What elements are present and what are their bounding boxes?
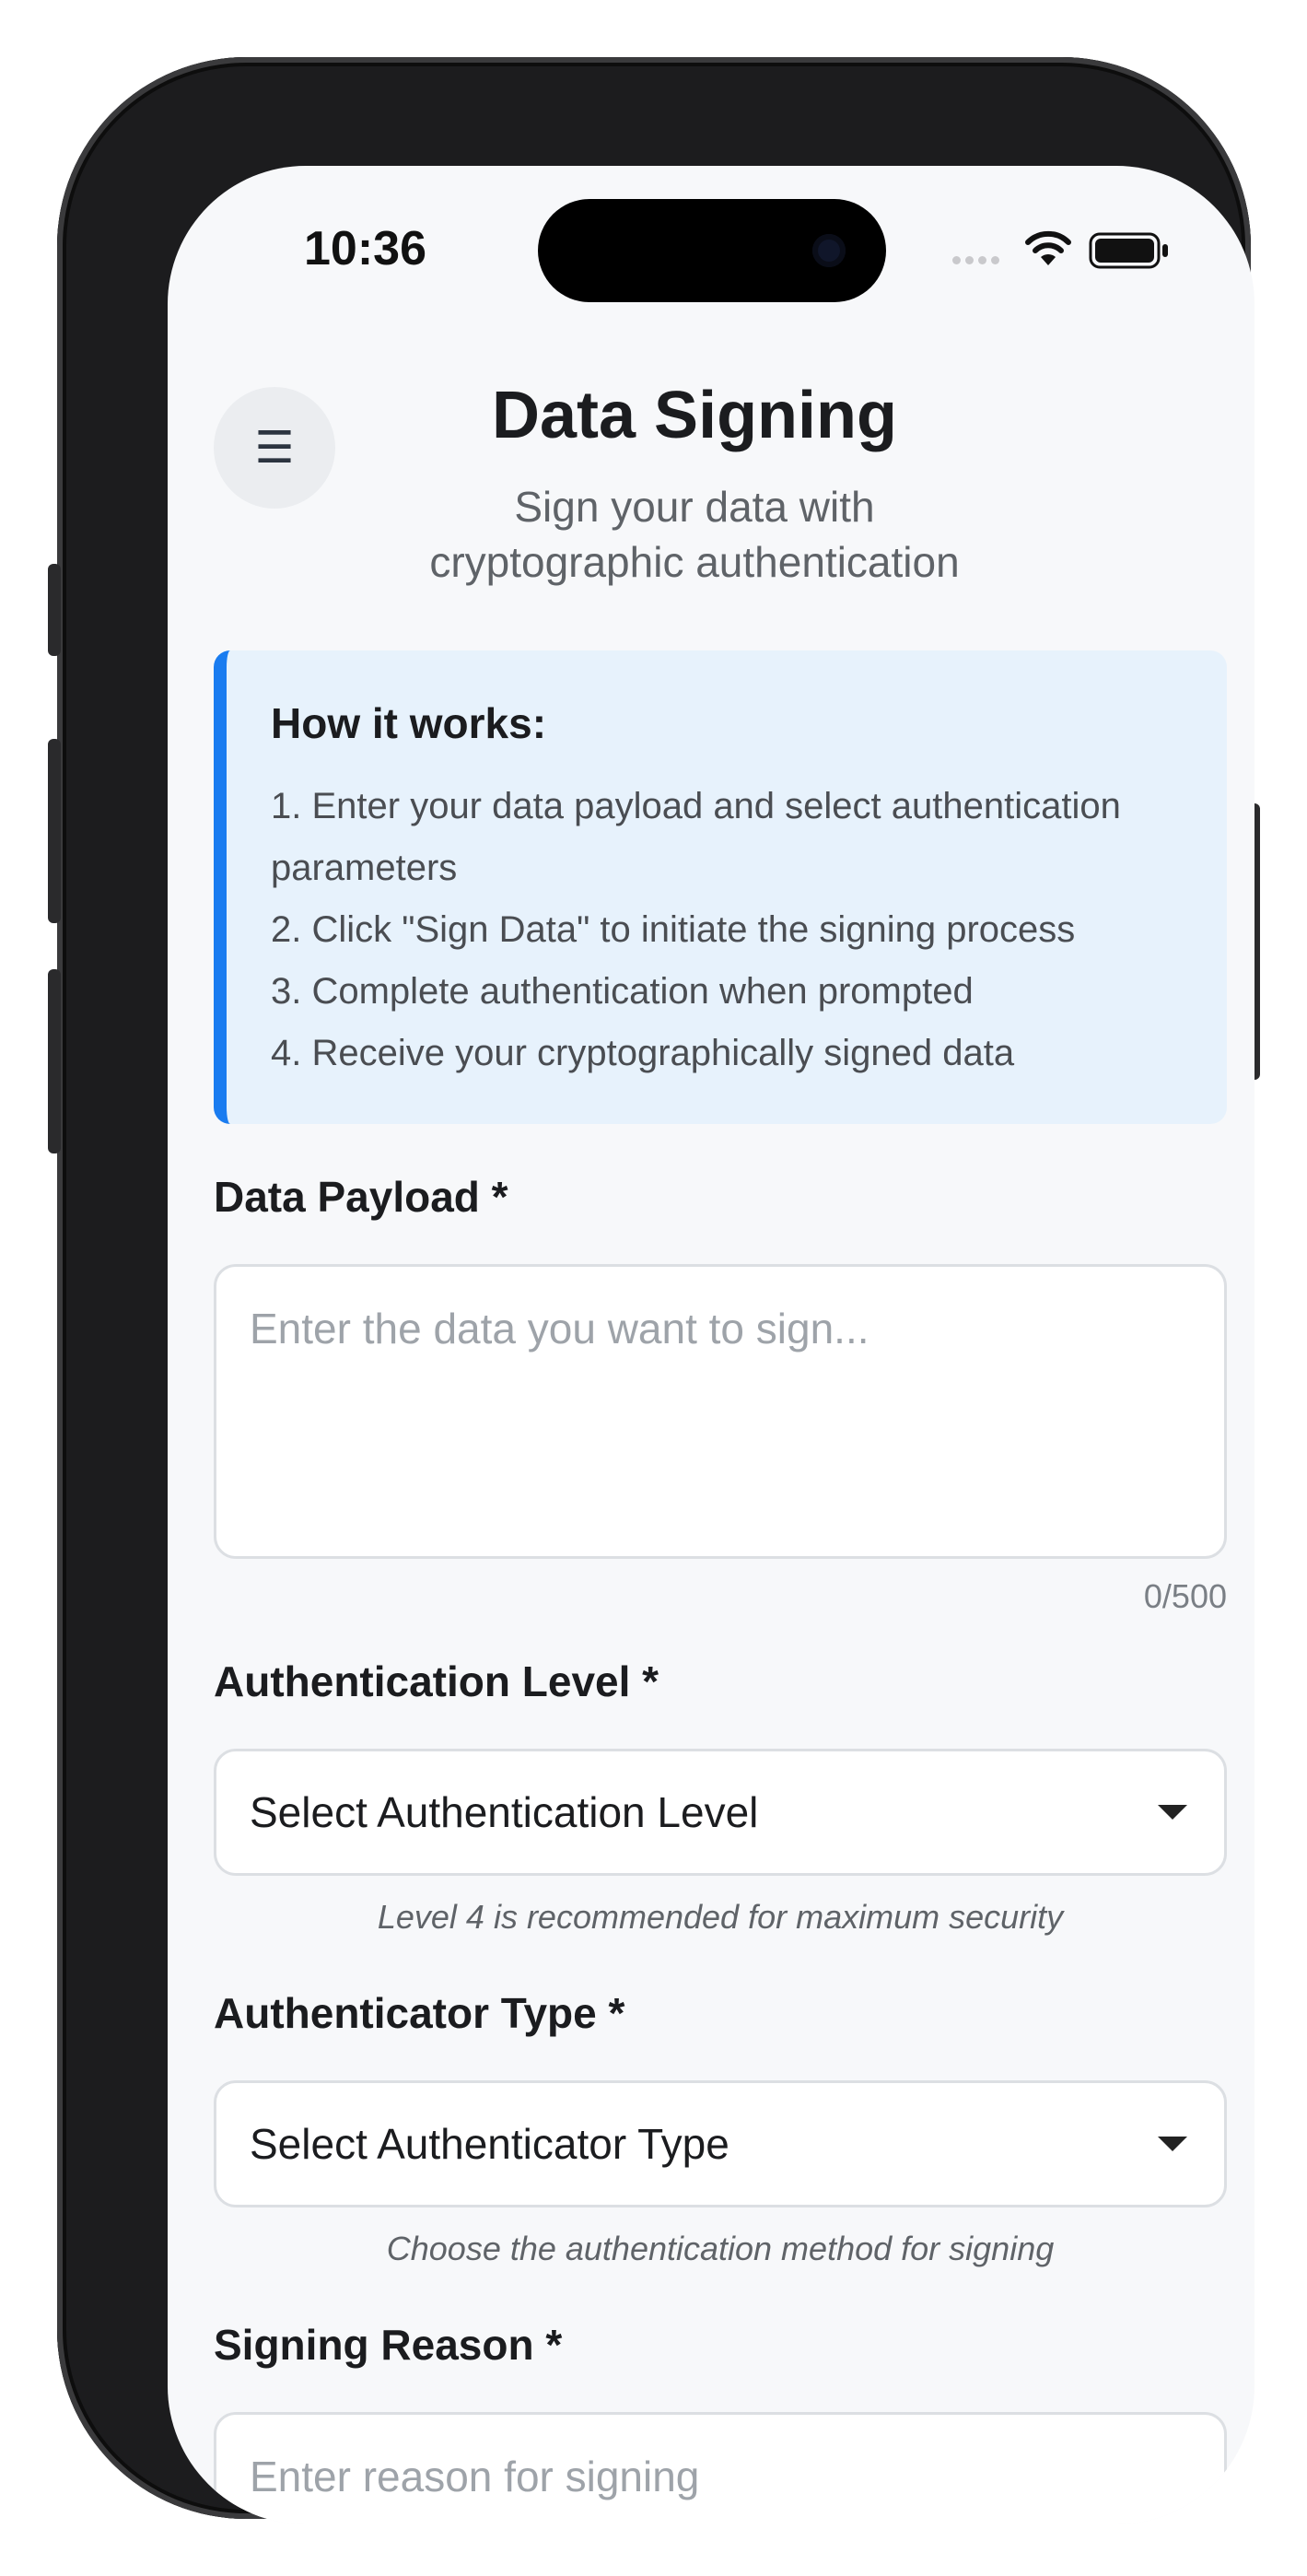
character-counter: 0/500 <box>1143 1577 1227 1615</box>
chevron-down-icon <box>1158 1805 1187 1820</box>
auth-level-hint: Level 4 is recommended for maximum secur… <box>377 1898 1064 1936</box>
auth-type-value: Select Authenticator Type <box>250 2120 729 2168</box>
step-item: 2. Click "Sign Data" to initiate the sig… <box>271 909 1076 950</box>
auth-type-label: Authenticator Type * <box>214 1989 625 2037</box>
cellular-signal-icon <box>952 252 1004 269</box>
status-bar: 10:36 <box>168 166 1254 332</box>
volume-up-button <box>48 739 61 923</box>
hamburger-menu-icon: ☰ <box>254 424 295 473</box>
auth-type-hint: Choose the authentication method for sig… <box>386 2230 1055 2267</box>
auth-level-value: Select Authentication Level <box>250 1788 759 1836</box>
how-it-works-card: How it works: 1. Enter your data payload… <box>214 650 1227 1124</box>
phone-frame: 10:36 ☰ Data Signing Sign your data with… <box>48 57 1260 2524</box>
payload-label: Data Payload * <box>214 1173 508 1221</box>
step-item: 1. Enter your data payload and select au… <box>271 786 1121 888</box>
reason-placeholder: Enter reason for signing <box>250 2453 700 2500</box>
screen: 10:36 ☰ Data Signing Sign your data with… <box>168 166 1254 2524</box>
battery-icon <box>1089 232 1168 269</box>
dynamic-island <box>538 199 886 302</box>
reason-input[interactable]: Enter reason for signing <box>214 2412 1227 2524</box>
chevron-down-icon <box>1158 2137 1187 2151</box>
step-item: 4. Receive your cryptographically signed… <box>271 1033 1015 1073</box>
auth-type-select[interactable]: Select Authenticator Type <box>214 2080 1227 2207</box>
page-title: Data Signing <box>491 379 897 452</box>
payload-textarea[interactable]: Enter the data you want to sign... <box>214 1264 1227 1559</box>
auth-level-select[interactable]: Select Authentication Level <box>214 1749 1227 1876</box>
info-heading: How it works: <box>271 699 547 747</box>
camera-icon <box>812 234 846 267</box>
menu-button[interactable]: ☰ <box>214 387 335 509</box>
payload-placeholder: Enter the data you want to sign... <box>250 1305 869 1352</box>
steps-list: 1. Enter your data payload and select au… <box>271 776 1210 1084</box>
reason-label: Signing Reason * <box>214 2321 563 2369</box>
wifi-icon <box>1025 230 1071 265</box>
status-time: 10:36 <box>304 222 426 275</box>
volume-down-button <box>48 969 61 1153</box>
auth-level-label: Authentication Level * <box>214 1657 659 1705</box>
action-button <box>48 564 61 656</box>
page-subtitle: Sign your data with cryptographic authen… <box>429 483 960 586</box>
step-item: 3. Complete authentication when prompted <box>271 971 974 1012</box>
